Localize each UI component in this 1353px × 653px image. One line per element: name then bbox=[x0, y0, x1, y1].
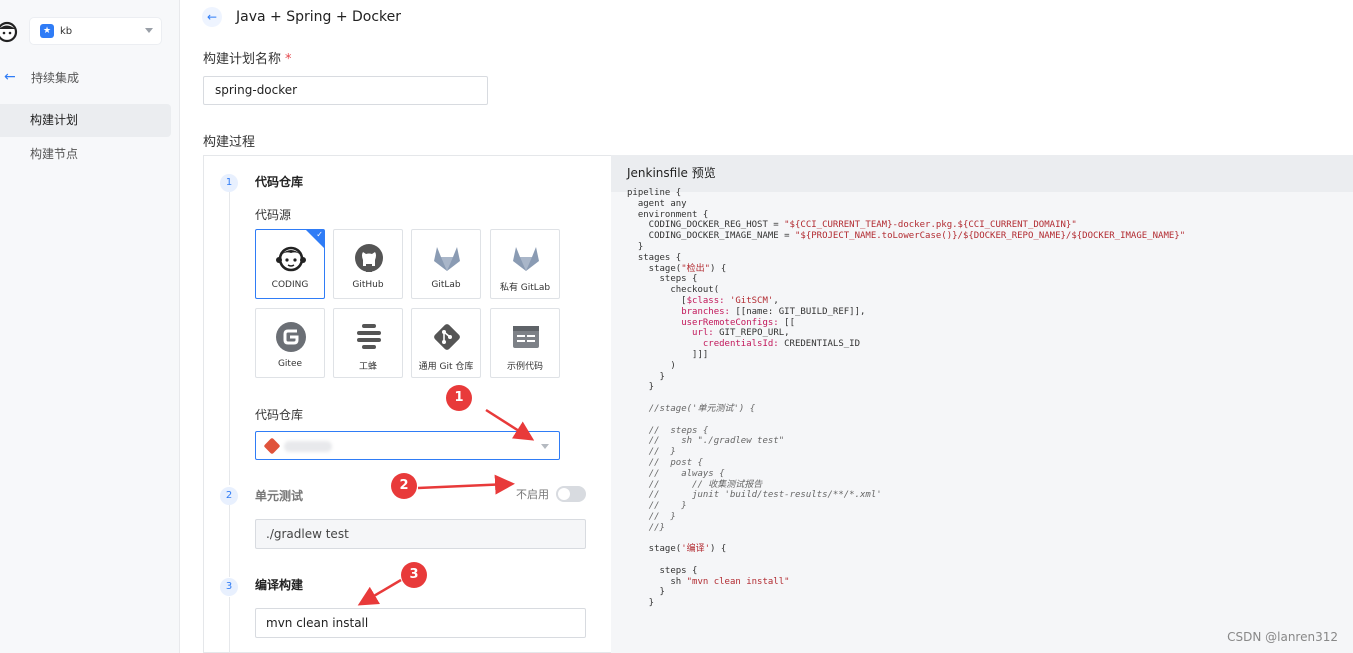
plan-name-input[interactable]: spring-docker bbox=[203, 76, 488, 105]
build-process-label: 构建过程 bbox=[203, 135, 256, 150]
step-connector bbox=[229, 505, 230, 577]
step-title-repository: 代码仓库 bbox=[255, 175, 304, 189]
tile-label: 工蜂 bbox=[358, 362, 377, 372]
tile-label: 示例代码 bbox=[506, 362, 543, 372]
source-tile-gitlab[interactable]: GitLab bbox=[411, 229, 481, 299]
chevron-down-icon bbox=[145, 28, 153, 33]
check-icon: ✓ bbox=[316, 230, 323, 239]
repository-icon bbox=[263, 437, 281, 455]
project-name: kb bbox=[60, 25, 73, 37]
github-icon bbox=[355, 244, 383, 272]
tile-label: 通用 Git 仓库 bbox=[418, 362, 474, 372]
gongfeng-icon bbox=[357, 324, 381, 349]
source-tile-github[interactable]: GitHub bbox=[333, 229, 403, 299]
source-tile-coding[interactable]: CODING ✓ bbox=[255, 229, 325, 299]
source-tile-generic-git[interactable]: 通用 Git 仓库 bbox=[411, 308, 481, 378]
chevron-down-icon[interactable] bbox=[541, 444, 549, 449]
ci-section-title[interactable]: 持续集成 bbox=[31, 69, 79, 86]
tile-label: GitLab bbox=[431, 280, 461, 290]
step-number: 1 bbox=[220, 174, 238, 192]
git-icon bbox=[434, 324, 460, 350]
tile-label: GitHub bbox=[352, 280, 384, 290]
watermark: CSDN @lanren312 bbox=[1227, 630, 1338, 644]
step-title-compile: 编译构建 bbox=[255, 578, 304, 592]
repository-select[interactable] bbox=[255, 431, 560, 460]
tile-label: CODING bbox=[271, 280, 309, 290]
project-icon: ★ bbox=[40, 24, 54, 38]
jenkinsfile-code[interactable]: pipeline { agent any environment { CODIN… bbox=[611, 188, 1353, 609]
step-number: 2 bbox=[220, 487, 238, 505]
gitlab-icon bbox=[434, 247, 460, 271]
project-select[interactable]: ★ kb bbox=[30, 18, 161, 44]
compile-command-input[interactable]: mvn clean install bbox=[255, 608, 586, 638]
step-title-unit-test: 单元测试 bbox=[255, 489, 304, 503]
source-tile-sample-code[interactable]: 示例代码 bbox=[490, 308, 560, 378]
sidebar-item-build-plans[interactable]: 构建计划 bbox=[0, 104, 171, 137]
code-source-label: 代码源 bbox=[255, 208, 292, 222]
coding-icon bbox=[276, 246, 306, 272]
annotation-badge-3: 3 bbox=[401, 562, 427, 588]
annotation-badge-1: 1 bbox=[446, 385, 472, 411]
annotation-badge-2: 2 bbox=[391, 473, 417, 499]
sidebar: ★ kb ← 持续集成 构建计划 构建节点 bbox=[0, 0, 180, 653]
source-tile-gitee[interactable]: Gitee bbox=[255, 308, 325, 378]
plan-name-label: 构建计划名称 * bbox=[203, 52, 292, 67]
step-connector bbox=[229, 597, 230, 653]
step-number: 3 bbox=[220, 578, 238, 596]
page-header: ← Java + Spring + Docker bbox=[181, 0, 1353, 36]
unit-test-toggle-label: 不启用 bbox=[516, 488, 549, 501]
jenkinsfile-preview[interactable]: Jenkinsfile 预览 pipeline { agent any envi… bbox=[611, 155, 1353, 653]
back-arrow-icon[interactable]: ← bbox=[4, 69, 16, 85]
tile-label: 私有 GitLab bbox=[499, 283, 551, 293]
toggle-knob bbox=[558, 488, 570, 500]
source-tile-gongfeng[interactable]: 工蜂 bbox=[333, 308, 403, 378]
back-button[interactable]: ← bbox=[202, 7, 222, 27]
coding-logo-icon[interactable] bbox=[0, 18, 20, 44]
gitlab-private-icon bbox=[513, 247, 539, 271]
gitee-icon bbox=[276, 322, 306, 352]
repository-label: 代码仓库 bbox=[255, 408, 304, 422]
sidebar-item-build-nodes[interactable]: 构建节点 bbox=[0, 138, 171, 171]
blurred-repo-name bbox=[284, 441, 332, 452]
page-title: Java + Spring + Docker bbox=[236, 9, 402, 25]
step-connector bbox=[229, 192, 230, 485]
jenkinsfile-title: Jenkinsfile 预览 bbox=[611, 155, 1353, 192]
required-mark: * bbox=[285, 52, 292, 67]
sample-code-icon bbox=[513, 326, 539, 348]
unit-test-toggle[interactable] bbox=[556, 486, 586, 502]
tile-label: Gitee bbox=[277, 359, 303, 369]
source-tile-private-gitlab[interactable]: 私有 GitLab bbox=[490, 229, 560, 299]
unit-test-command-input[interactable]: ./gradlew test bbox=[255, 519, 586, 549]
